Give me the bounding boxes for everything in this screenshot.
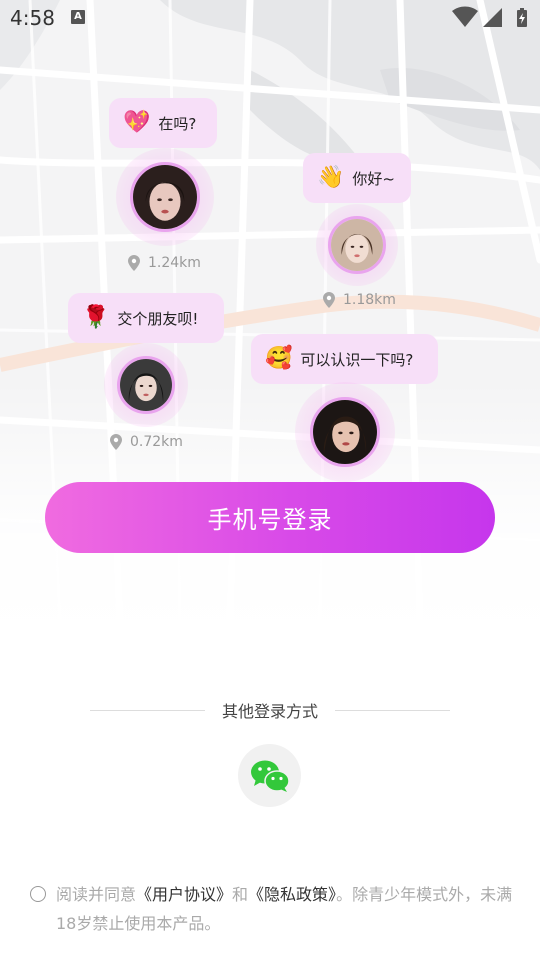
rose-emoji-icon: 🌹 [82,305,110,330]
greeting-text: 在吗? [158,114,197,133]
greeting-text: 你好~ [352,169,395,188]
waving-hand-emoji-icon: 👋 [317,165,345,190]
notification-a-icon: A [71,10,85,24]
status-bar: 4:58 A [0,0,540,36]
greeting-bubble: 💖 在吗? [109,98,217,148]
agreement-and: 和 [232,885,249,904]
location-pin-icon [323,292,335,308]
agreement-text: 阅读并同意《用户协议》和《隐私政策》。除青少年模式外，未满18岁禁止使用本产品。 [56,880,516,938]
status-time: 4:58 [10,6,55,30]
distance-text: 0.72km [130,434,183,450]
wechat-icon [250,760,290,792]
distance-label: 1.24km [128,255,201,271]
avatar-image [133,165,197,229]
user-avatar[interactable] [310,397,380,467]
smiling-hearts-emoji-icon: 🥰 [265,346,293,371]
location-pin-icon [110,434,122,450]
heart-emoji-icon: 💖 [123,110,151,135]
greeting-bubble: 👋 你好~ [303,153,411,203]
wifi-icon [452,6,478,27]
greeting-text: 可以认识一下吗? [300,350,414,369]
other-login-section: 其他登录方式 [0,698,540,724]
greeting-text: 交个朋友呗! [117,309,199,328]
agree-checkbox[interactable] [30,886,46,902]
phone-login-button[interactable]: 手机号登录 [45,482,495,553]
wechat-login-button[interactable] [238,744,301,807]
distance-label: 1.18km [323,292,396,308]
distance-text: 1.18km [343,292,396,308]
avatar-image [313,400,377,464]
avatar-image [331,219,383,271]
other-login-label: 其他登录方式 [221,702,318,721]
battery-charging-icon [517,8,527,27]
distance-text: 1.24km [148,255,201,271]
avatar-image [120,359,172,411]
divider-right [335,710,450,711]
status-icons [452,6,527,27]
privacy-policy-link[interactable]: 《隐私政策》 [248,885,336,904]
location-pin-icon [128,255,140,271]
agreement-prefix: 阅读并同意 [56,885,137,904]
user-avatar[interactable] [328,216,386,274]
user-avatar[interactable] [130,162,200,232]
distance-label: 0.72km [110,434,183,450]
signal-icon [483,8,502,27]
greeting-bubble: 🌹 交个朋友呗! [68,293,224,343]
greeting-bubble: 🥰 可以认识一下吗? [251,334,438,384]
user-avatar[interactable] [117,356,175,414]
user-agreement-link[interactable]: 《用户协议》 [136,885,232,904]
